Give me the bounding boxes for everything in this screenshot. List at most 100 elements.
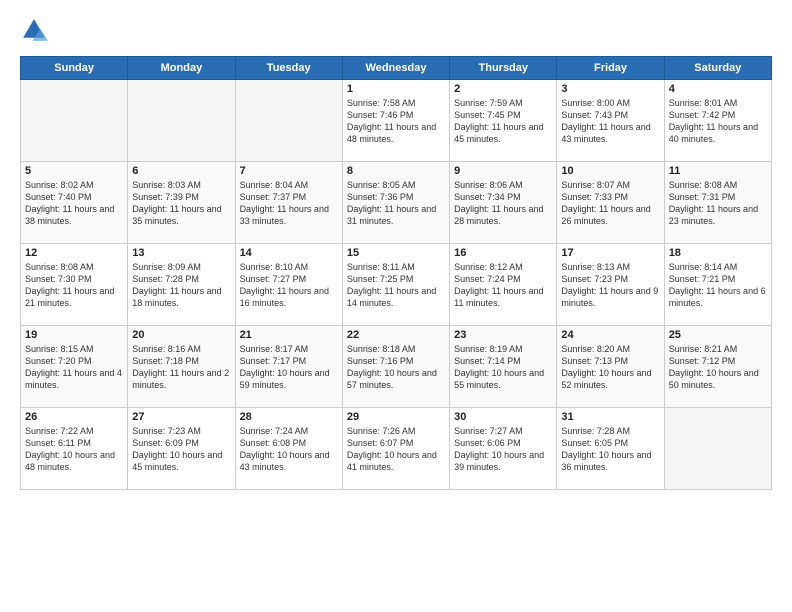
- calendar-day-cell: 28 Sunrise: 7:24 AMSunset: 6:08 PMDayligh…: [235, 408, 342, 490]
- day-info: Sunrise: 7:24 AMSunset: 6:08 PMDaylight:…: [240, 425, 338, 474]
- day-info: Sunrise: 8:00 AMSunset: 7:43 PMDaylight:…: [561, 97, 659, 146]
- weekday-header: Sunday: [21, 57, 128, 80]
- day-number: 2: [454, 83, 552, 95]
- day-info: Sunrise: 8:12 AMSunset: 7:24 PMDaylight:…: [454, 261, 552, 310]
- day-info: Sunrise: 7:27 AMSunset: 6:06 PMDaylight:…: [454, 425, 552, 474]
- calendar-day-cell: 15 Sunrise: 8:11 AMSunset: 7:25 PMDayligh…: [342, 244, 449, 326]
- day-info: Sunrise: 8:21 AMSunset: 7:12 PMDaylight:…: [669, 343, 767, 392]
- calendar-day-cell: 17 Sunrise: 8:13 AMSunset: 7:23 PMDayligh…: [557, 244, 664, 326]
- calendar-day-cell: 20Sunrise: 8:16 AMSunset: 7:18 PMDayligh…: [128, 326, 235, 408]
- day-info: Sunrise: 7:59 AMSunset: 7:45 PMDaylight:…: [454, 97, 552, 146]
- calendar-day-cell: 14 Sunrise: 8:10 AMSunset: 7:27 PMDayligh…: [235, 244, 342, 326]
- day-info: Sunrise: 8:04 AMSunset: 7:37 PMDaylight:…: [240, 179, 338, 228]
- calendar-day-cell: 12Sunrise: 8:08 AMSunset: 7:30 PMDayligh…: [21, 244, 128, 326]
- day-info: Sunrise: 7:28 AMSunset: 6:05 PMDaylight:…: [561, 425, 659, 474]
- calendar-day-cell: [21, 80, 128, 162]
- weekday-header: Thursday: [450, 57, 557, 80]
- calendar-day-cell: 2 Sunrise: 7:59 AMSunset: 7:45 PMDaylight…: [450, 80, 557, 162]
- weekday-header: Friday: [557, 57, 664, 80]
- day-number: 28: [240, 411, 338, 423]
- weekday-header: Monday: [128, 57, 235, 80]
- day-number: 23: [454, 329, 552, 341]
- calendar-day-cell: 7 Sunrise: 8:04 AMSunset: 7:37 PMDaylight…: [235, 162, 342, 244]
- calendar-table: SundayMondayTuesdayWednesdayThursdayFrid…: [20, 56, 772, 490]
- calendar-day-cell: 23 Sunrise: 8:19 AMSunset: 7:14 PMDayligh…: [450, 326, 557, 408]
- day-number: 25: [669, 329, 767, 341]
- day-number: 30: [454, 411, 552, 423]
- day-number: 13: [132, 247, 230, 259]
- calendar-day-cell: 9Sunrise: 8:06 AMSunset: 7:34 PMDaylight…: [450, 162, 557, 244]
- calendar-week-row: 5 Sunrise: 8:02 AMSunset: 7:40 PMDaylight…: [21, 162, 772, 244]
- header: [20, 16, 772, 44]
- weekday-header: Saturday: [664, 57, 771, 80]
- day-info: Sunrise: 8:11 AMSunset: 7:25 PMDaylight:…: [347, 261, 445, 310]
- day-info: Sunrise: 7:58 AMSunset: 7:46 PMDaylight:…: [347, 97, 445, 146]
- day-info: Sunrise: 8:20 AMSunset: 7:13 PMDaylight:…: [561, 343, 659, 392]
- day-number: 4: [669, 83, 767, 95]
- calendar-day-cell: 16Sunrise: 8:12 AMSunset: 7:24 PMDayligh…: [450, 244, 557, 326]
- calendar-day-cell: 31 Sunrise: 7:28 AMSunset: 6:05 PMDayligh…: [557, 408, 664, 490]
- day-number: 14: [240, 247, 338, 259]
- page: SundayMondayTuesdayWednesdayThursdayFrid…: [0, 0, 792, 612]
- calendar-day-cell: [664, 408, 771, 490]
- calendar-day-cell: 5 Sunrise: 8:02 AMSunset: 7:40 PMDaylight…: [21, 162, 128, 244]
- day-number: 11: [669, 165, 767, 177]
- day-info: Sunrise: 8:19 AMSunset: 7:14 PMDaylight:…: [454, 343, 552, 392]
- day-number: 19: [25, 329, 123, 341]
- calendar-day-cell: 8Sunrise: 8:05 AMSunset: 7:36 PMDaylight…: [342, 162, 449, 244]
- calendar-day-cell: 30 Sunrise: 7:27 AMSunset: 6:06 PMDayligh…: [450, 408, 557, 490]
- day-number: 1: [347, 83, 445, 95]
- day-number: 8: [347, 165, 445, 177]
- day-number: 3: [561, 83, 659, 95]
- calendar-day-cell: 21 Sunrise: 8:17 AMSunset: 7:17 PMDayligh…: [235, 326, 342, 408]
- calendar-day-cell: [235, 80, 342, 162]
- calendar-day-cell: 27 Sunrise: 7:23 AMSunset: 6:09 PMDayligh…: [128, 408, 235, 490]
- calendar-day-cell: 24 Sunrise: 8:20 AMSunset: 7:13 PMDayligh…: [557, 326, 664, 408]
- day-info: Sunrise: 8:07 AMSunset: 7:33 PMDaylight:…: [561, 179, 659, 228]
- weekday-header: Wednesday: [342, 57, 449, 80]
- day-info: Sunrise: 8:08 AMSunset: 7:30 PMDaylight:…: [25, 261, 123, 310]
- day-info: Sunrise: 8:13 AMSunset: 7:23 PMDaylight:…: [561, 261, 659, 310]
- day-number: 18: [669, 247, 767, 259]
- day-number: 20: [132, 329, 230, 341]
- day-info: Sunrise: 8:17 AMSunset: 7:17 PMDaylight:…: [240, 343, 338, 392]
- day-number: 15: [347, 247, 445, 259]
- logo: [20, 16, 52, 44]
- logo-icon: [20, 16, 48, 44]
- day-number: 21: [240, 329, 338, 341]
- day-info: Sunrise: 8:06 AMSunset: 7:34 PMDaylight:…: [454, 179, 552, 228]
- calendar-day-cell: 18 Sunrise: 8:14 AMSunset: 7:21 PMDayligh…: [664, 244, 771, 326]
- day-number: 27: [132, 411, 230, 423]
- day-info: Sunrise: 8:02 AMSunset: 7:40 PMDaylight:…: [25, 179, 123, 228]
- day-info: Sunrise: 7:26 AMSunset: 6:07 PMDaylight:…: [347, 425, 445, 474]
- day-info: Sunrise: 7:23 AMSunset: 6:09 PMDaylight:…: [132, 425, 230, 474]
- weekday-header: Tuesday: [235, 57, 342, 80]
- day-number: 5: [25, 165, 123, 177]
- calendar-week-row: 26Sunrise: 7:22 AMSunset: 6:11 PMDayligh…: [21, 408, 772, 490]
- day-number: 29: [347, 411, 445, 423]
- day-number: 24: [561, 329, 659, 341]
- day-number: 6: [132, 165, 230, 177]
- day-info: Sunrise: 8:14 AMSunset: 7:21 PMDaylight:…: [669, 261, 767, 310]
- calendar-day-cell: 29 Sunrise: 7:26 AMSunset: 6:07 PMDayligh…: [342, 408, 449, 490]
- calendar-day-cell: 10Sunrise: 8:07 AMSunset: 7:33 PMDayligh…: [557, 162, 664, 244]
- day-info: Sunrise: 8:08 AMSunset: 7:31 PMDaylight:…: [669, 179, 767, 228]
- calendar-week-row: 19Sunrise: 8:15 AMSunset: 7:20 PMDayligh…: [21, 326, 772, 408]
- calendar-day-cell: 11 Sunrise: 8:08 AMSunset: 7:31 PMDayligh…: [664, 162, 771, 244]
- day-number: 22: [347, 329, 445, 341]
- day-info: Sunrise: 8:10 AMSunset: 7:27 PMDaylight:…: [240, 261, 338, 310]
- calendar-week-row: 12Sunrise: 8:08 AMSunset: 7:30 PMDayligh…: [21, 244, 772, 326]
- day-info: Sunrise: 8:09 AMSunset: 7:28 PMDaylight:…: [132, 261, 230, 310]
- calendar-day-cell: 1 Sunrise: 7:58 AMSunset: 7:46 PMDaylight…: [342, 80, 449, 162]
- calendar-day-cell: 4 Sunrise: 8:01 AMSunset: 7:42 PMDaylight…: [664, 80, 771, 162]
- day-number: 7: [240, 165, 338, 177]
- day-number: 17: [561, 247, 659, 259]
- calendar-day-cell: 25 Sunrise: 8:21 AMSunset: 7:12 PMDayligh…: [664, 326, 771, 408]
- calendar-week-row: 1 Sunrise: 7:58 AMSunset: 7:46 PMDaylight…: [21, 80, 772, 162]
- calendar-day-cell: 6Sunrise: 8:03 AMSunset: 7:39 PMDaylight…: [128, 162, 235, 244]
- day-info: Sunrise: 8:01 AMSunset: 7:42 PMDaylight:…: [669, 97, 767, 146]
- calendar-day-cell: 13 Sunrise: 8:09 AMSunset: 7:28 PMDayligh…: [128, 244, 235, 326]
- day-number: 26: [25, 411, 123, 423]
- day-number: 31: [561, 411, 659, 423]
- weekday-header-row: SundayMondayTuesdayWednesdayThursdayFrid…: [21, 57, 772, 80]
